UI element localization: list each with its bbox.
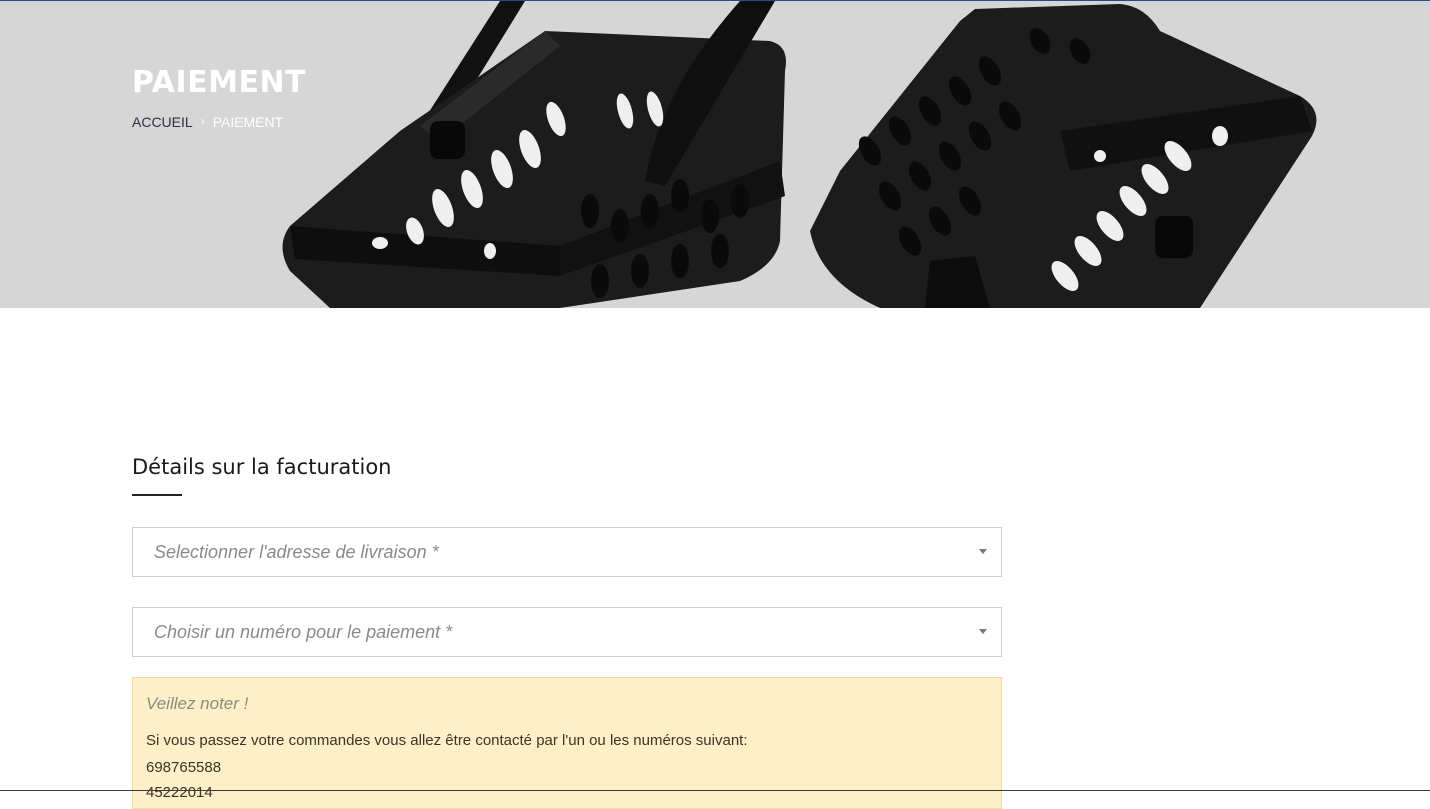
page-banner: PAIEMENT ACCUEIL › PAIEMENT (0, 1, 1430, 308)
notice-message: Si vous passez votre commandes vous alle… (146, 732, 748, 749)
chevron-right-icon: › (200, 114, 205, 128)
contact-phone-number: 45222014 (146, 784, 213, 801)
breadcrumb-home-link[interactable]: ACCUEIL (132, 114, 193, 130)
payment-number-select[interactable]: Choisir un numéro pour le paiement * (132, 607, 1002, 657)
billing-details-heading: Détails sur la facturation (132, 455, 392, 479)
caret-down-icon (979, 549, 987, 554)
shopping-basket-illustration (282, 1, 1317, 308)
right-basket-image (810, 4, 1317, 308)
breadcrumb-current: PAIEMENT (212, 114, 284, 130)
caret-down-icon (979, 629, 987, 634)
delivery-address-placeholder: Selectionner l'adresse de livraison * (154, 542, 439, 562)
heading-underline (132, 494, 182, 496)
breadcrumb: ACCUEIL › PAIEMENT (132, 114, 283, 130)
page-title: PAIEMENT (132, 65, 307, 100)
notice-title: Veillez noter ! (146, 694, 249, 713)
left-basket-image (282, 1, 786, 308)
payment-number-placeholder: Choisir un numéro pour le paiement * (154, 622, 453, 642)
delivery-address-select[interactable]: Selectionner l'adresse de livraison * (132, 527, 1002, 577)
contact-phone-number: 698765588 (146, 759, 222, 776)
